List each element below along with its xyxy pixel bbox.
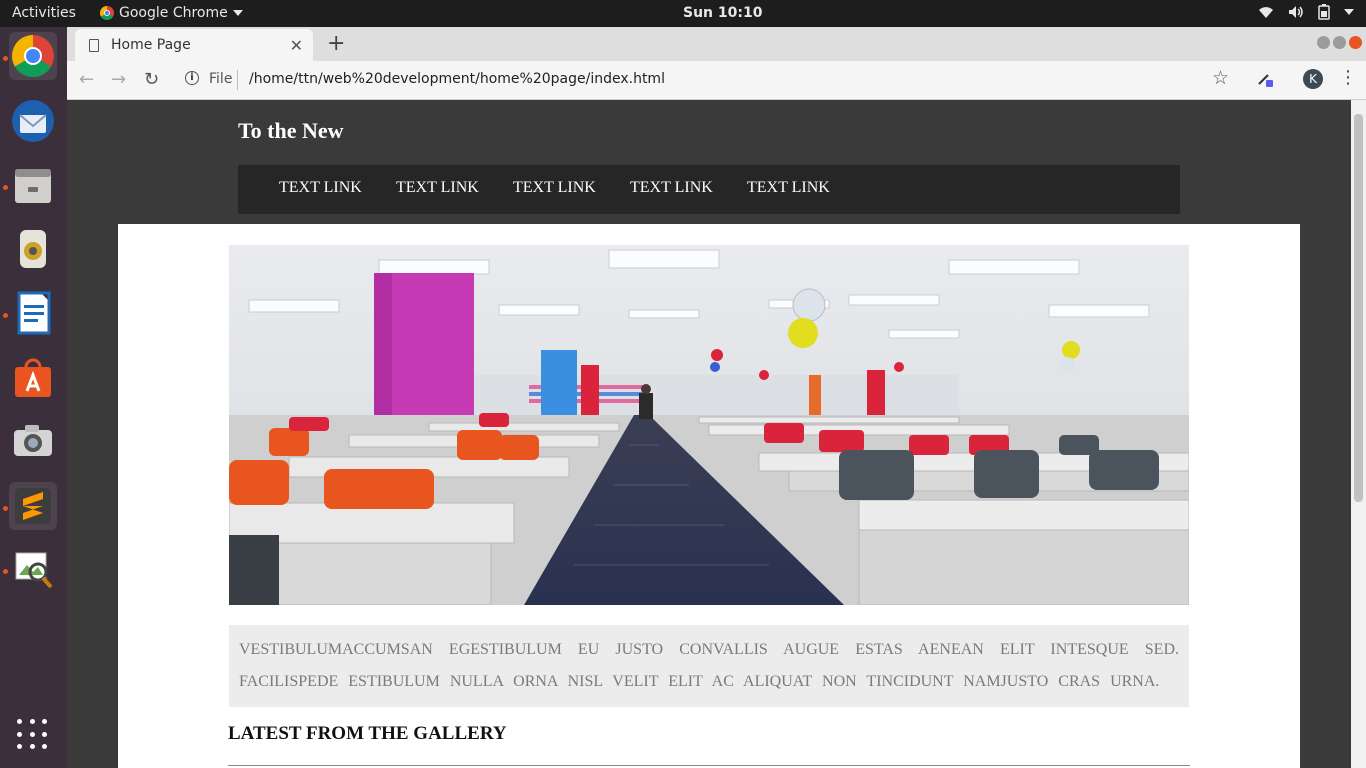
dock-item-files[interactable] [9,161,57,209]
tab-strip: Home Page ✕ + [67,27,1366,61]
window-controls [1317,36,1362,49]
image-viewer-icon [15,552,53,589]
intro-text: Vestibulumaccumsan egestibulum eu justo … [239,641,1179,690]
bookmark-star-icon[interactable]: ☆ [1212,67,1229,89]
url-scheme-label[interactable]: File [209,71,232,87]
web-page: To the New TEXT LINK TEXT LINK TEXT LINK… [118,100,1300,768]
running-indicator [3,185,8,190]
reload-icon[interactable]: ↻ [144,69,159,90]
files-icon [15,169,51,203]
running-indicator [3,56,8,61]
hero-office-image [229,245,1189,605]
running-indicator [3,506,8,511]
dock [0,27,67,768]
battery-icon [1318,4,1330,20]
profile-avatar[interactable]: K [1303,69,1323,89]
dock-item-sublime[interactable] [9,482,57,530]
activities-button[interactable]: Activities [12,5,76,21]
extension-icon[interactable] [1257,71,1273,87]
nav-link[interactable]: TEXT LINK [279,179,362,197]
page-scrollbar[interactable] [1351,100,1366,768]
nav-link[interactable]: TEXT LINK [630,179,713,197]
chrome-icon [11,34,54,78]
intro-text-block: Vestibulumaccumsan egestibulum eu justo … [229,625,1189,707]
omnibox-divider [237,70,238,90]
forward-arrow-icon[interactable]: → [111,69,126,90]
sublime-icon [15,488,51,524]
close-window-button[interactable] [1349,36,1362,49]
clock[interactable]: Sun 10:10 [683,5,762,21]
maximize-button[interactable] [1333,36,1346,49]
minimize-button[interactable] [1317,36,1330,49]
browser-window: Home Page ✕ + ← → ↻ i File /home/ttn/web… [67,27,1366,768]
chevron-down-icon [232,10,243,16]
rhythmbox-icon [20,230,46,268]
close-tab-icon[interactable]: ✕ [290,36,303,55]
dock-item-rhythmbox[interactable] [9,225,57,273]
dock-item-camera[interactable] [9,417,57,465]
dock-item-software[interactable] [9,353,57,401]
wifi-icon [1259,7,1273,18]
system-top-bar: Activities Google Chrome Sun 10:10 [0,0,1366,27]
running-indicator [3,569,8,574]
nav-link[interactable]: TEXT LINK [396,179,479,197]
running-indicator [3,313,8,318]
scrollbar-thumb[interactable] [1354,114,1363,502]
site-header: To the New TEXT LINK TEXT LINK TEXT LINK… [118,100,1300,224]
site-title: To the New [238,118,344,143]
chrome-small-icon [100,6,114,20]
writer-icon [17,291,51,335]
browser-toolbar: ← → ↻ i File /home/ttn/web%20development… [67,61,1366,100]
system-tray[interactable] [1258,4,1354,20]
dock-item-chrome[interactable] [9,32,57,80]
app-menu-label: Google Chrome [119,5,228,21]
tab-home-page[interactable]: Home Page ✕ [75,29,313,61]
software-icon [15,358,51,397]
thunderbird-icon [12,100,54,142]
info-icon[interactable]: i [185,71,199,85]
page-viewport: To the New TEXT LINK TEXT LINK TEXT LINK… [67,100,1366,768]
dock-item-image-viewer[interactable] [9,545,57,593]
tab-title: Home Page [111,37,191,53]
app-menu[interactable]: Google Chrome [100,5,243,21]
gallery-divider [228,765,1190,766]
dock-item-writer[interactable] [9,289,57,337]
camera-icon [14,425,52,456]
nav-link[interactable]: TEXT LINK [747,179,830,197]
menu-kebab-icon[interactable]: ⋮ [1339,67,1357,88]
nav-link[interactable]: TEXT LINK [513,179,596,197]
back-arrow-icon[interactable]: ← [79,69,94,90]
document-icon [89,38,99,52]
apps-grid-icon[interactable] [17,719,49,751]
dock-item-thunderbird[interactable] [9,97,57,145]
address-bar[interactable]: /home/ttn/web%20development/home%20page/… [249,71,665,87]
volume-icon [1289,6,1303,18]
power-menu-icon [1344,9,1354,15]
gallery-heading: LATEST FROM THE GALLERY [228,723,507,744]
site-nav: TEXT LINK TEXT LINK TEXT LINK TEXT LINK … [238,165,1180,214]
new-tab-button[interactable]: + [327,31,345,56]
